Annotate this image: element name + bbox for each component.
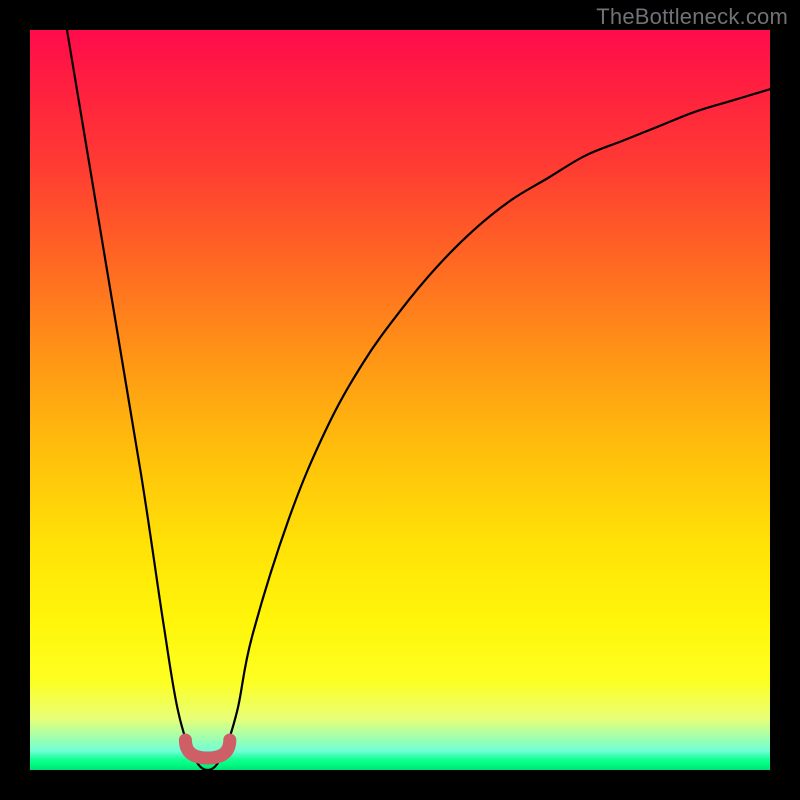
bottleneck-curve (67, 30, 770, 770)
plot-area (30, 30, 770, 770)
bottleneck-curve-svg (30, 30, 770, 770)
bottleneck-dip-marker (185, 740, 229, 758)
chart-frame: TheBottleneck.com (0, 0, 800, 800)
watermark-text: TheBottleneck.com (596, 4, 788, 30)
